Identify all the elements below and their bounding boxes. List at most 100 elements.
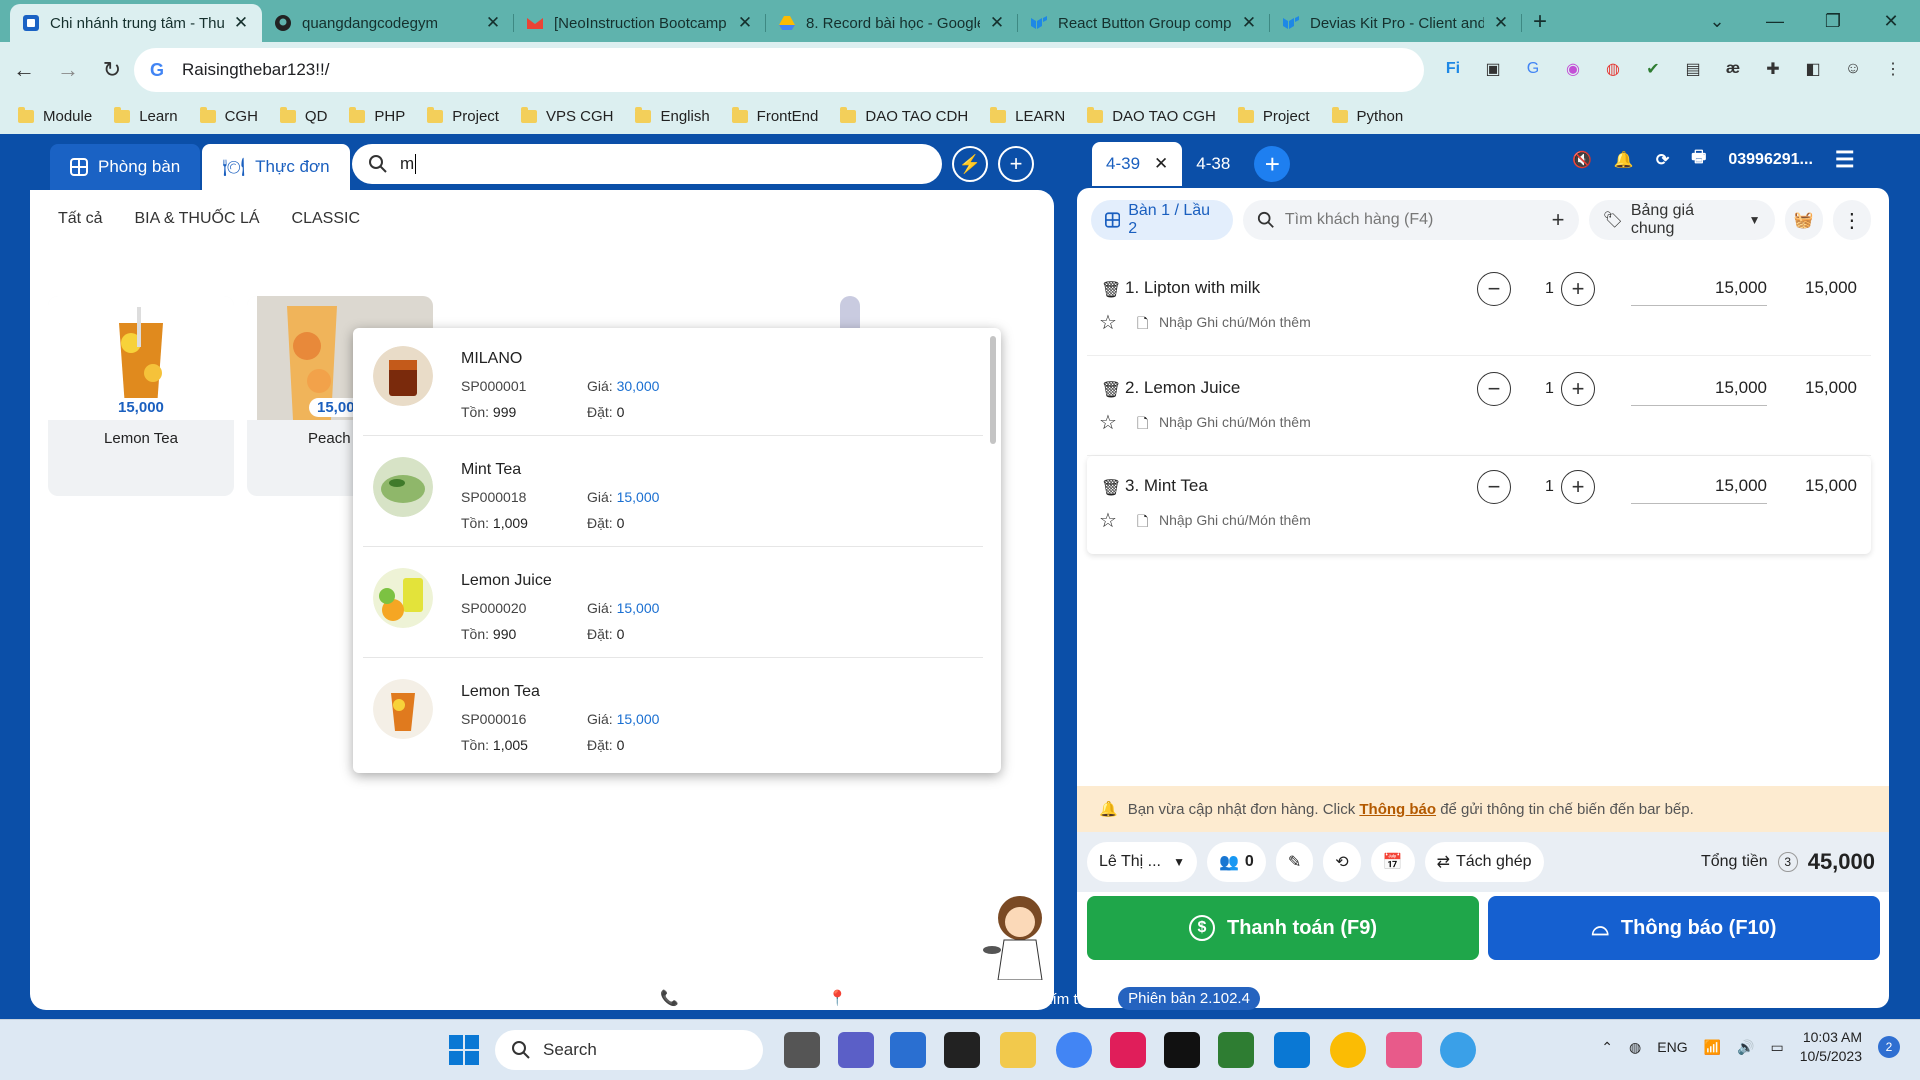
pay-button[interactable]: $ Thanh toán (F9)	[1087, 896, 1479, 960]
order-note-input[interactable]: Nhập Ghi chú/Món thêm	[1159, 512, 1311, 528]
extension-icon[interactable]: ▤	[1678, 52, 1708, 86]
refresh-icon[interactable]: ⟳	[1656, 150, 1669, 170]
trash-icon[interactable]: 🗑	[1101, 478, 1121, 498]
bell-icon[interactable]: 🔔	[1614, 150, 1634, 170]
chrome-profile-icon[interactable]	[1330, 1032, 1366, 1068]
trash-icon[interactable]: 🗑	[1101, 380, 1121, 400]
support-item[interactable]: 📞 Hỗ trợ 1900 6522	[660, 989, 800, 1007]
back-icon[interactable]: ←	[4, 50, 44, 90]
snipping-tool-icon[interactable]	[1386, 1032, 1422, 1068]
bookmark-folder[interactable]: Python	[1331, 106, 1403, 125]
notification-badge[interactable]: 2	[1878, 1036, 1900, 1058]
store-icon[interactable]	[890, 1032, 926, 1068]
extension-icon[interactable]: ◉	[1558, 52, 1588, 86]
decrease-qty-button[interactable]: −	[1477, 372, 1511, 406]
bookmark-folder[interactable]: FrontEnd	[731, 106, 818, 125]
bookmark-folder[interactable]: QD	[279, 106, 327, 125]
teams-icon[interactable]	[838, 1032, 874, 1068]
printer-icon[interactable]: 🖶	[1691, 146, 1706, 173]
quick-action-button[interactable]: ⚡	[952, 146, 988, 182]
split-merge-button[interactable]: ⇄ Tách ghép	[1424, 842, 1544, 882]
tab-search-icon[interactable]: ⌄	[1688, 0, 1746, 42]
mute-icon[interactable]: 🔇	[1572, 150, 1592, 170]
notify-kitchen-button[interactable]: ⌓ Thông báo (F10)	[1488, 896, 1880, 960]
bookmark-folder[interactable]: CGH	[199, 106, 258, 125]
side-panel-icon[interactable]: ◧	[1798, 52, 1828, 86]
terminal-icon[interactable]	[1164, 1032, 1200, 1068]
star-icon[interactable]: ☆	[1099, 310, 1117, 335]
increase-qty-button[interactable]: +	[1561, 272, 1595, 306]
extension-icon[interactable]: Fi	[1438, 52, 1468, 86]
bookmark-folder[interactable]: DAO TAO CGH	[1087, 106, 1216, 125]
order-item-unit-price[interactable]: 15,000	[1631, 272, 1767, 306]
bookmark-folder[interactable]: Project	[427, 106, 499, 125]
increase-qty-button[interactable]: +	[1561, 470, 1595, 504]
taskbar-search[interactable]: Search	[495, 1030, 763, 1070]
order-tab[interactable]: 4-38	[1182, 142, 1244, 186]
category-tab[interactable]: Tất cả	[58, 210, 102, 228]
browser-tab[interactable]: Devias Kit Pro - Client and ✕	[1270, 4, 1522, 42]
extension-icon[interactable]: ▣	[1478, 52, 1508, 86]
address-bar[interactable]: G Raisingthebar123!!/	[134, 48, 1424, 92]
star-icon[interactable]: ☆	[1099, 508, 1117, 533]
guests-button[interactable]: 👥 0	[1207, 842, 1266, 882]
search-result-item[interactable]: Mint Tea SP000018 Tồn: 1,009 Giá: 15,000…	[363, 439, 983, 547]
product-search-input[interactable]: m	[352, 144, 942, 184]
decrease-qty-button[interactable]: −	[1477, 470, 1511, 504]
add-order-button[interactable]: +	[1254, 146, 1291, 182]
tray-app-icon[interactable]: ◍	[1629, 1039, 1641, 1056]
bookmark-folder[interactable]: DAO TAO CDH	[840, 106, 968, 125]
bookmark-folder[interactable]: Module	[18, 106, 92, 125]
close-icon[interactable]: ✕	[1154, 154, 1168, 174]
browser-tab[interactable]: React Button Group comp ✕	[1018, 4, 1270, 42]
new-tab-button[interactable]: +	[1522, 4, 1558, 42]
windows-start-icon[interactable]	[448, 1034, 480, 1066]
browser-tab[interactable]: 8. Record bài học - Google ✕	[766, 4, 1018, 42]
dropdown-scrollbar[interactable]	[990, 336, 996, 444]
product-card[interactable]: 15,000 Lemon Tea	[48, 296, 234, 496]
chrome-icon[interactable]	[1056, 1032, 1092, 1068]
order-item-unit-price[interactable]: 15,000	[1631, 372, 1767, 406]
bookmark-folder[interactable]: LEARN	[990, 106, 1065, 125]
bookmark-folder[interactable]: English	[635, 106, 710, 125]
extension-icon[interactable]: æ	[1718, 52, 1748, 86]
close-tab-icon[interactable]: ✕	[736, 14, 754, 32]
decrease-qty-button[interactable]: −	[1477, 272, 1511, 306]
add-customer-icon[interactable]: +	[1552, 207, 1565, 233]
close-tab-icon[interactable]: ✕	[1492, 14, 1510, 32]
file-explorer-icon[interactable]	[1000, 1032, 1036, 1068]
star-icon[interactable]: ☆	[1099, 410, 1117, 435]
order-tab[interactable]: 4-39 ✕	[1092, 142, 1183, 186]
puzzle-icon[interactable]: ✚	[1758, 52, 1788, 86]
trash-icon[interactable]: 🗑	[1101, 280, 1121, 300]
slack-icon[interactable]	[1110, 1032, 1146, 1068]
order-note-input[interactable]: Nhập Ghi chú/Món thêm	[1159, 414, 1311, 430]
volume-icon[interactable]: 🔊	[1737, 1039, 1754, 1056]
minimize-icon[interactable]: —	[1746, 0, 1804, 42]
shortcuts-item[interactable]: ⓘ Phím tắt	[1015, 988, 1090, 1009]
chevron-up-icon[interactable]: ⌃	[1601, 1039, 1613, 1056]
forward-icon[interactable]: →	[48, 50, 88, 90]
order-item-qty[interactable]: 1	[1545, 280, 1554, 298]
bookmark-folder[interactable]: PHP	[349, 106, 405, 125]
close-tab-icon[interactable]: ✕	[1240, 14, 1258, 32]
order-item[interactable]: 🗑 3. Mint Tea ☆ 🗋 Nhập Ghi chú/Món thêm …	[1087, 456, 1871, 554]
staff-select[interactable]: Lê Thị ... ▼	[1087, 842, 1197, 882]
task-view-icon[interactable]	[784, 1032, 820, 1068]
search-result-item[interactable]: MILANO SP000001 Tồn: 999 Giá: 30,000 Đặt…	[363, 328, 983, 436]
branch-item[interactable]: 📍 Chi nhánh trung tâm	[828, 989, 987, 1007]
tab-tables[interactable]: Phòng bàn	[50, 144, 201, 190]
vscode-icon[interactable]	[1274, 1032, 1310, 1068]
maximize-icon[interactable]: ❐	[1804, 0, 1862, 42]
close-tab-icon[interactable]: ✕	[484, 14, 502, 32]
clock[interactable]: 10:03 AM 10/5/2023	[1800, 1028, 1862, 1066]
table-chip[interactable]: Bàn 1 / Lầu 2	[1091, 200, 1233, 240]
browser-tab[interactable]: [NeoInstruction Bootcamp ✕	[514, 4, 766, 42]
bookmark-folder[interactable]: Learn	[114, 106, 178, 125]
edit-button[interactable]: ✎	[1275, 842, 1314, 882]
add-product-button[interactable]: +	[998, 146, 1034, 182]
search-result-item[interactable]: Lemon Juice SP000020 Tồn: 990 Giá: 15,00…	[363, 550, 983, 658]
more-options-button[interactable]: ⋮	[1832, 200, 1871, 240]
customer-search-input[interactable]: Tìm khách hàng (F4) +	[1242, 200, 1579, 240]
order-item-qty[interactable]: 1	[1545, 478, 1554, 496]
